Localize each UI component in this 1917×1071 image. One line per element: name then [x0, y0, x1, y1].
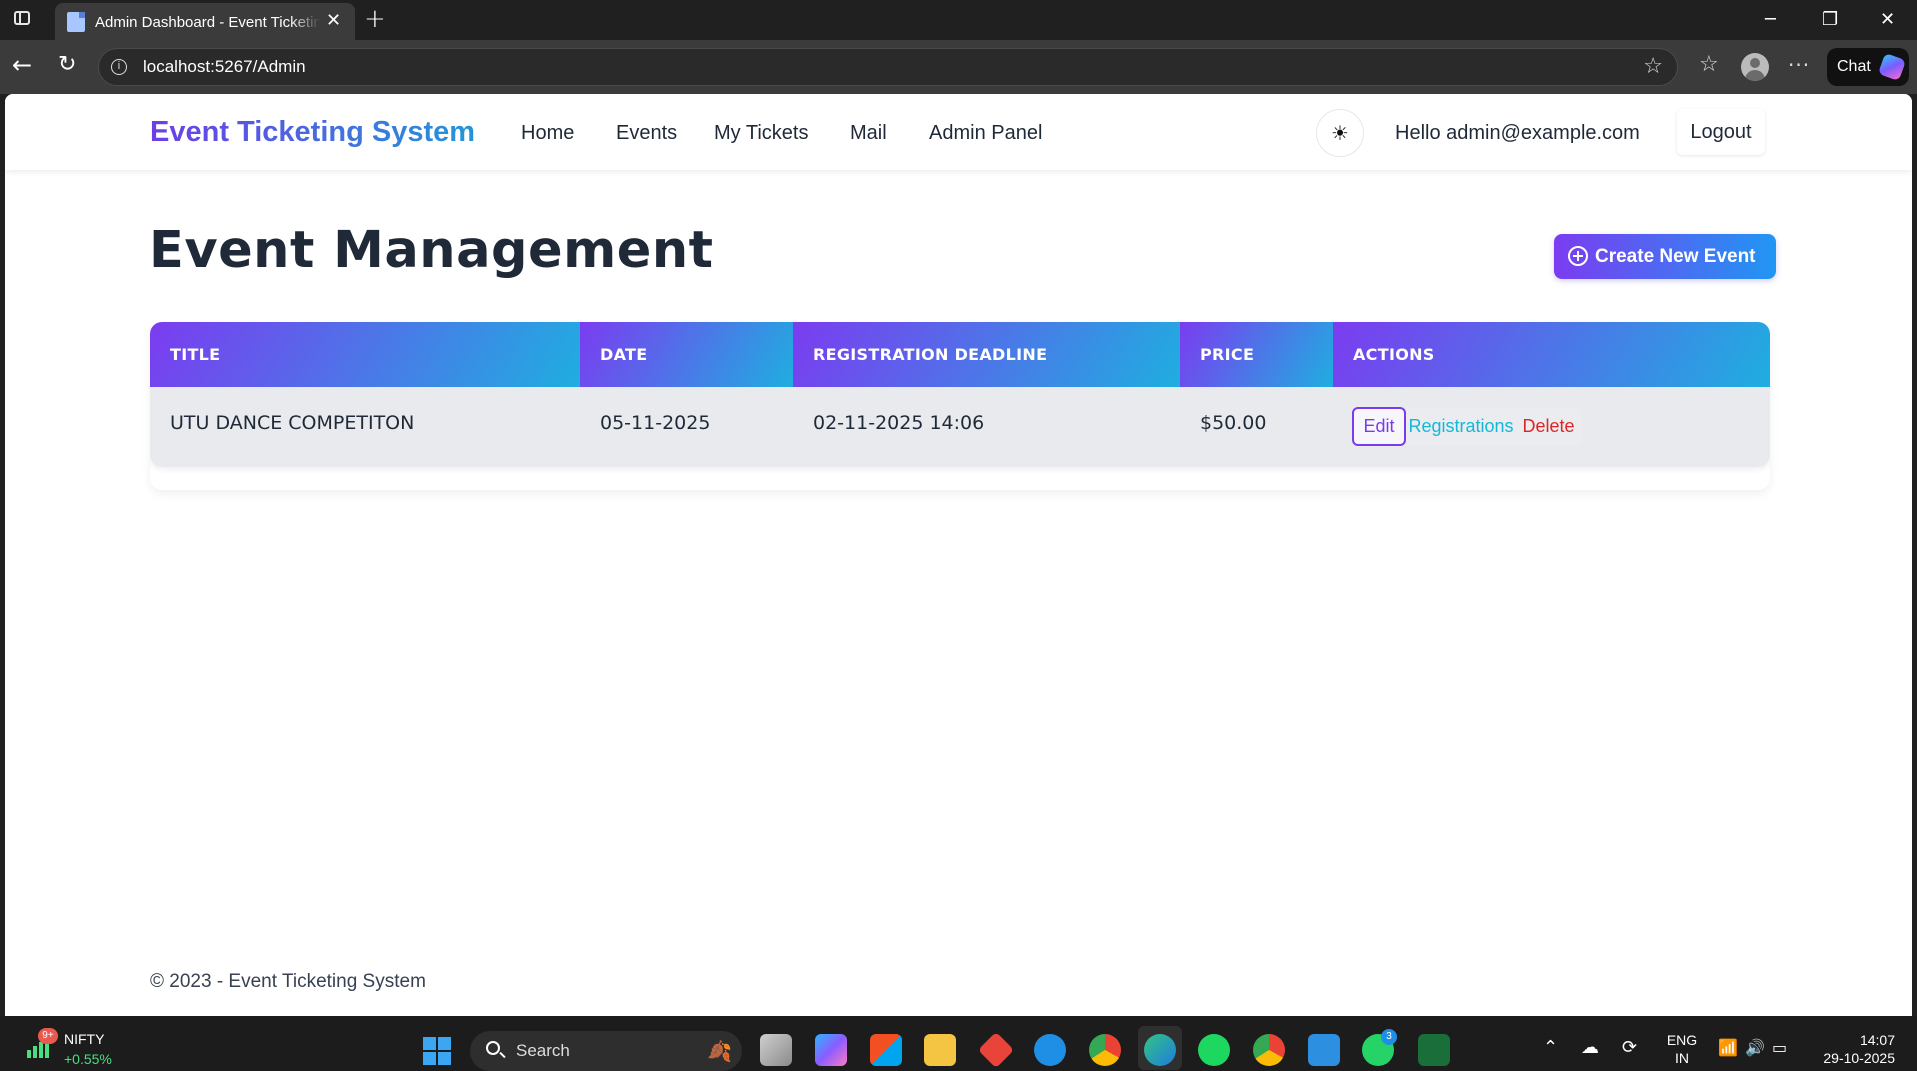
- favorites-list-icon[interactable]: ☆: [1699, 50, 1719, 80]
- site-navbar: Event Ticketing System Home Events My Ti…: [5, 94, 1912, 170]
- wifi-icon[interactable]: 📶: [1718, 1036, 1738, 1060]
- chrome-icon[interactable]: [1089, 1034, 1121, 1066]
- region-code: IN: [1675, 1050, 1689, 1066]
- page-viewport: Event Ticketing System Home Events My Ti…: [5, 94, 1912, 1016]
- tab-close-icon[interactable]: ✕: [326, 9, 341, 33]
- sync-icon[interactable]: ⟳: [1622, 1036, 1637, 1060]
- create-new-event-button[interactable]: Create New Event: [1554, 234, 1776, 279]
- tab-title: Admin Dashboard - Event Ticketing System: [95, 12, 320, 34]
- user-greeting: Hello admin@example.com: [1395, 122, 1640, 144]
- nav-link-admin-panel[interactable]: Admin Panel: [929, 120, 1042, 146]
- delete-button[interactable]: Delete: [1516, 407, 1581, 446]
- clock-time: 14:07: [1859, 1032, 1895, 1048]
- table-header-row: TITLE DATE REGISTRATION DEADLINE PRICE A…: [150, 322, 1770, 387]
- column-header-registration-deadline: REGISTRATION DEADLINE: [793, 322, 1180, 387]
- column-header-title: TITLE: [150, 322, 580, 387]
- edge-browser-icon[interactable]: [1144, 1034, 1176, 1066]
- help-app-icon[interactable]: [1034, 1034, 1066, 1066]
- theme-toggle-button[interactable]: ☀: [1316, 109, 1364, 157]
- onedrive-cloud-icon[interactable]: ☁: [1581, 1036, 1599, 1060]
- microsoft-store-icon[interactable]: [870, 1034, 902, 1066]
- chrome-profile-icon[interactable]: [1253, 1034, 1285, 1066]
- nav-link-my-tickets[interactable]: My Tickets: [714, 120, 808, 146]
- address-bar[interactable]: i localhost:5267/Admin ☆: [98, 48, 1678, 86]
- file-explorer-icon[interactable]: [924, 1034, 956, 1066]
- favorite-star-icon[interactable]: ☆: [1643, 54, 1663, 80]
- brand-logo-link[interactable]: Event Ticketing System: [150, 112, 475, 152]
- profile-avatar-icon[interactable]: [1741, 53, 1769, 81]
- cell-title: UTU DANCE COMPETITON: [170, 412, 415, 434]
- logout-button[interactable]: Logout: [1677, 109, 1765, 155]
- task-view-icon[interactable]: [760, 1034, 792, 1066]
- more-options-icon[interactable]: ···: [1788, 50, 1810, 80]
- plus-circle-icon: [1568, 246, 1588, 266]
- create-new-event-label: Create New Event: [1595, 246, 1756, 267]
- table-row: UTU DANCE COMPETITON 05-11-2025 02-11-20…: [150, 387, 1770, 467]
- column-header-date: DATE: [580, 322, 793, 387]
- events-table: TITLE DATE REGISTRATION DEADLINE PRICE A…: [150, 322, 1770, 490]
- clock-date: 29-10-2025: [1823, 1050, 1895, 1066]
- search-icon: [486, 1041, 500, 1055]
- vscode-icon[interactable]: [1308, 1034, 1340, 1066]
- battery-icon[interactable]: ▭: [1772, 1036, 1787, 1060]
- page-favicon-icon: [67, 12, 85, 32]
- window-close-icon[interactable]: ✕: [1880, 8, 1895, 32]
- back-arrow-icon[interactable]: ←: [12, 50, 32, 80]
- show-hidden-icons-icon[interactable]: ⌃: [1543, 1036, 1558, 1060]
- volume-icon[interactable]: 🔊: [1745, 1036, 1765, 1060]
- restore-icon[interactable]: ❐: [1822, 8, 1838, 32]
- footer-copyright: © 2023 - Event Ticketing System: [150, 971, 426, 992]
- nav-link-home[interactable]: Home: [521, 120, 574, 146]
- cell-price: $50.00: [1200, 412, 1267, 434]
- search-label: Search: [516, 1041, 570, 1060]
- language-code: ENG: [1666, 1032, 1698, 1048]
- chat-button[interactable]: Chat: [1827, 48, 1909, 86]
- column-header-price: PRICE: [1180, 322, 1333, 387]
- sun-icon: ☀: [1331, 121, 1349, 145]
- minimize-icon[interactable]: ─: [1765, 8, 1776, 32]
- site-info-icon[interactable]: i: [111, 59, 127, 75]
- windows-start-icon[interactable]: [423, 1037, 451, 1065]
- url-text[interactable]: localhost:5267/Admin: [143, 56, 306, 78]
- cell-registration-deadline: 02-11-2025 14:06: [813, 412, 985, 434]
- spotify-icon[interactable]: [1198, 1034, 1230, 1066]
- whatsapp-badge: 3: [1381, 1029, 1397, 1045]
- registrations-button[interactable]: Registrations: [1406, 407, 1516, 446]
- column-header-actions: ACTIONS: [1333, 322, 1770, 387]
- nav-link-mail[interactable]: Mail: [850, 120, 887, 146]
- tab-actions-icon[interactable]: [14, 11, 30, 25]
- copilot-icon: [1877, 52, 1907, 82]
- new-tab-button[interactable]: +: [364, 4, 386, 34]
- cell-date: 05-11-2025: [600, 412, 711, 434]
- copilot-app-icon[interactable]: [815, 1034, 847, 1066]
- input-language[interactable]: ENG IN: [1665, 1031, 1699, 1067]
- taskbar-search-box[interactable]: Search 🍂: [470, 1031, 742, 1071]
- browser-tab-active[interactable]: Admin Dashboard - Event Ticketing System…: [55, 3, 355, 40]
- system-clock[interactable]: 14:07 29-10-2025: [1805, 1031, 1895, 1067]
- page-title: Event Management: [149, 221, 714, 280]
- nav-link-events[interactable]: Events: [616, 120, 677, 146]
- nifty-notification-badge: 9+: [38, 1028, 58, 1044]
- browser-titlebar: Admin Dashboard - Event Ticketing System…: [0, 0, 1917, 40]
- nifty-label[interactable]: NIFTY: [64, 1030, 104, 1048]
- nifty-change: +0.55%: [64, 1051, 112, 1067]
- reload-icon[interactable]: ↻: [58, 50, 76, 80]
- search-highlight-icon: 🍂: [707, 1039, 732, 1063]
- chat-label: Chat: [1837, 58, 1871, 75]
- terminal-app-icon[interactable]: [1418, 1034, 1450, 1066]
- edit-button[interactable]: Edit: [1352, 407, 1406, 446]
